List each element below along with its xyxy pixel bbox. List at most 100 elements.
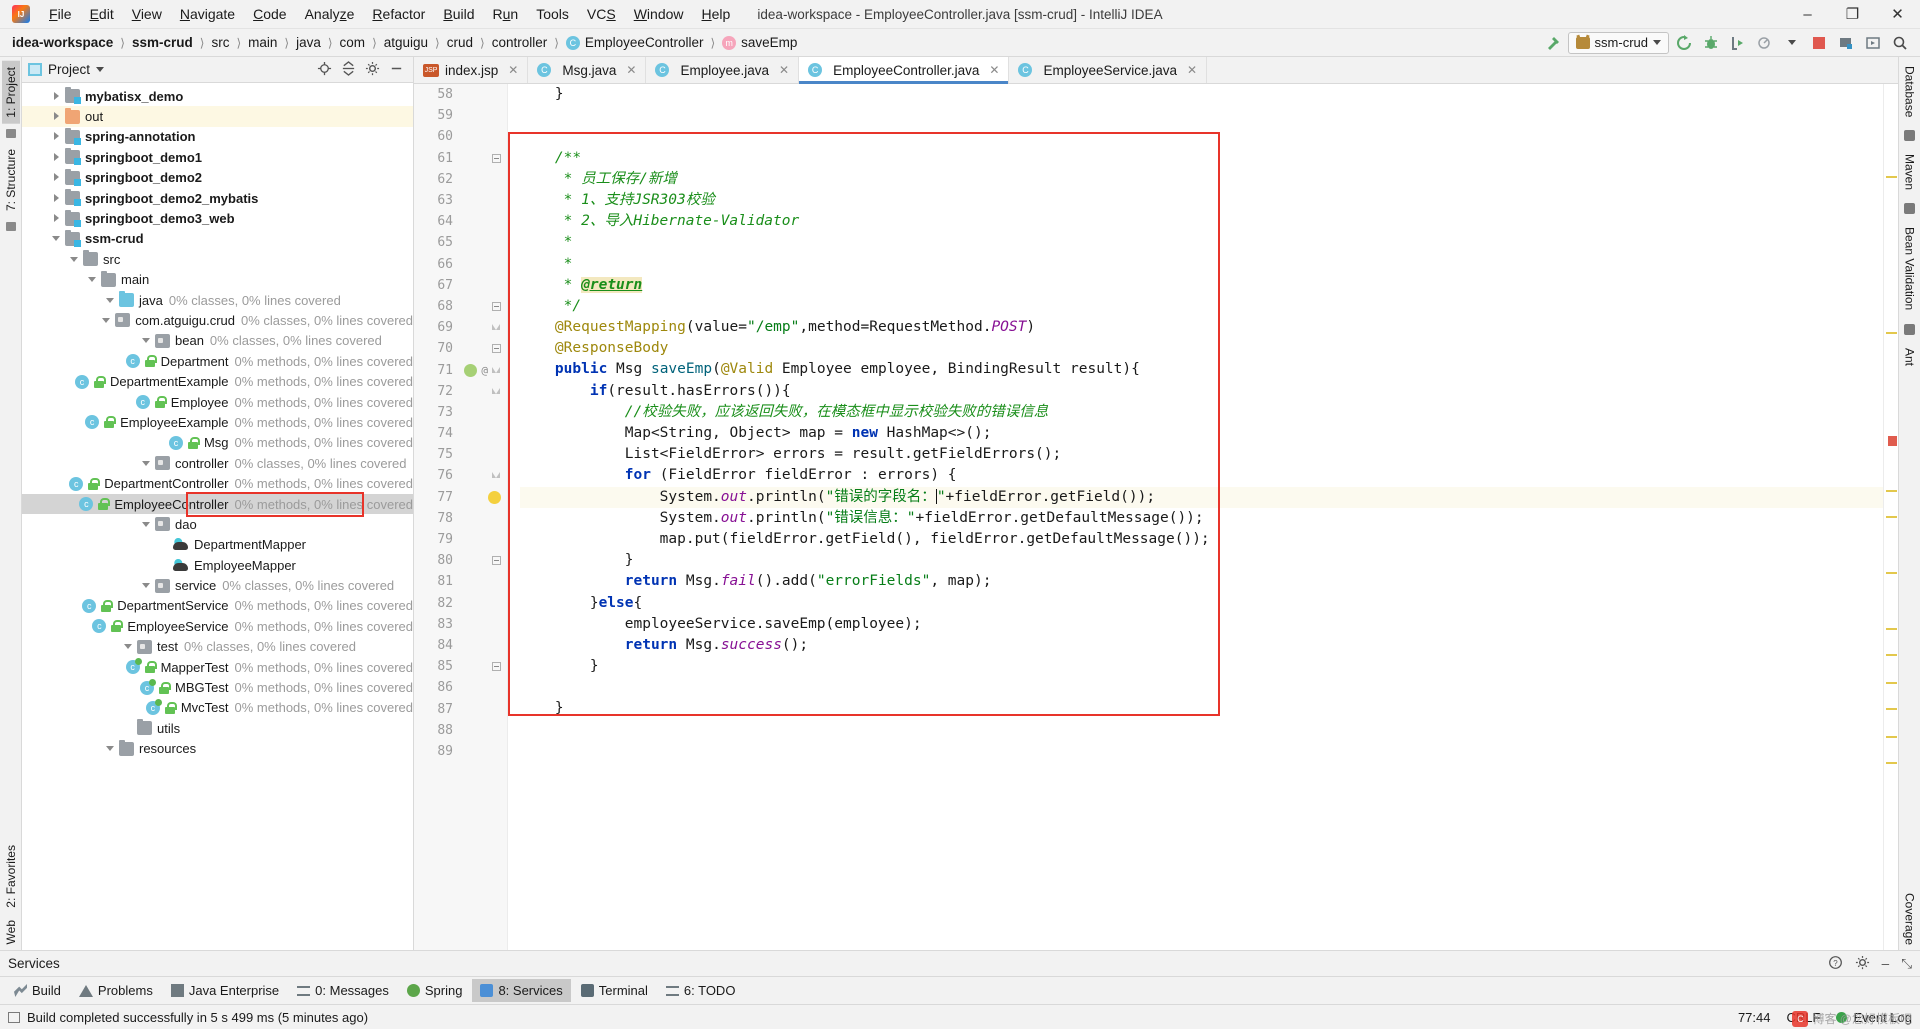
rail-tab-bean-validation[interactable]: Bean Validation — [1901, 222, 1919, 315]
code-line-71[interactable]: public Msg saveEmp(@Valid Employee emplo… — [520, 359, 1883, 380]
chevron-right-icon[interactable] — [52, 193, 63, 204]
tree-node-springboot-demo1[interactable]: springboot_demo1 — [22, 147, 413, 167]
fold-marker-icon[interactable] — [492, 344, 501, 354]
tree-node-msg[interactable]: c Msg 0% methods, 0% lines covered — [22, 433, 413, 453]
editor-gutter[interactable]: 58 59 60 61 62 63 64 65 66 67 68 69 70 71 @72 73 74 75 76 7… — [414, 84, 508, 950]
gutter-line-62[interactable]: 62 — [414, 169, 507, 190]
gutter-line-58[interactable]: 58 — [414, 84, 507, 105]
code-line-70[interactable]: @ResponseBody — [520, 338, 1883, 359]
chevron-down-icon[interactable] — [142, 458, 153, 469]
tool-window-build[interactable]: Build — [6, 979, 69, 1002]
tool-window-bar[interactable]: Build Problems Java Enterprise 0: Messages S… — [0, 976, 1920, 1004]
chevron-down-icon[interactable] — [52, 233, 63, 244]
breadcrumb-item-0[interactable]: idea-workspace — [12, 35, 113, 50]
error-stripe-mark[interactable] — [1886, 176, 1897, 178]
tree-node-out[interactable]: out — [22, 106, 413, 127]
tree-node-ssm-crud[interactable]: ssm-crud — [22, 229, 413, 249]
gutter-line-68[interactable]: 68 — [414, 296, 507, 317]
gutter-line-79[interactable]: 79 — [414, 529, 507, 550]
tree-node-mbgtest[interactable]: c MBGTest 0% methods, 0% lines covered — [22, 677, 413, 697]
code-viewport[interactable]: } /** * 员工保存/新增 * 1、支持JSR303校验 * 2、导入Hib… — [508, 84, 1883, 950]
breadcrumb-item-8[interactable]: controller — [492, 35, 548, 50]
gutter-line-74[interactable]: 74 — [414, 423, 507, 444]
code-line-65[interactable]: * — [520, 232, 1883, 253]
gutter-line-80[interactable]: 80 — [414, 550, 507, 571]
minimize-panel-button[interactable]: – — [1882, 956, 1890, 971]
tree-node-employeeservice[interactable]: c EmployeeService 0% methods, 0% lines cov… — [22, 616, 413, 636]
tree-node-service[interactable]: service 0% classes, 0% lines covered — [22, 575, 413, 595]
rail-tab-ant[interactable]: Ant — [1901, 343, 1919, 371]
code-line-68[interactable]: */ — [520, 296, 1883, 317]
menu-item-vcs[interactable]: VCS — [578, 3, 625, 25]
code-line-58[interactable]: } — [520, 84, 1883, 105]
rail-tab-coverage[interactable]: Coverage — [1901, 888, 1919, 950]
breadcrumb-item-6[interactable]: atguigu — [384, 35, 428, 50]
project-tree[interactable]: mybatisx_demo out spring-annotation springb… — [22, 83, 413, 950]
code-line-81[interactable]: return Msg.fail().add("errorFields", map… — [520, 571, 1883, 592]
editor-tab-employeeservice-java[interactable]: C EmployeeService.java ✕ — [1009, 57, 1208, 83]
breadcrumb-item-7[interactable]: crud — [447, 35, 473, 50]
caret-position[interactable]: 77:44 — [1738, 1010, 1771, 1025]
breadcrumb-item-3[interactable]: main — [248, 35, 277, 50]
collapse-all-icon[interactable] — [341, 60, 356, 79]
editor-tab-bar[interactable]: JSP index.jsp ✕ C Msg.java ✕ C Employee.java ✕ C E… — [414, 57, 1898, 84]
gutter-line-85[interactable]: 85 — [414, 656, 507, 677]
breadcrumb-item-5[interactable]: com — [340, 35, 366, 50]
code-line-86[interactable] — [520, 677, 1883, 698]
code-line-75[interactable]: List<FieldError> errors = result.getFiel… — [520, 444, 1883, 465]
tree-node-springboot-demo3-web[interactable]: springboot_demo3_web — [22, 208, 413, 228]
close-button[interactable]: ✕ — [1875, 0, 1920, 29]
gutter-line-73[interactable]: 73 — [414, 402, 507, 423]
chevron-down-icon[interactable] — [1780, 32, 1804, 54]
gutter-line-70[interactable]: 70 — [414, 338, 507, 359]
tree-node-test[interactable]: test 0% classes, 0% lines covered — [22, 637, 413, 657]
rerun-icon[interactable] — [1672, 32, 1696, 54]
gutter-line-60[interactable]: 60 — [414, 126, 507, 147]
minimize-button[interactable]: – — [1785, 0, 1830, 29]
code-line-62[interactable]: * 员工保存/新增 — [520, 169, 1883, 190]
error-stripe-mark[interactable] — [1886, 516, 1897, 518]
gutter-line-67[interactable]: 67 — [414, 275, 507, 296]
gutter-line-87[interactable]: 87 — [414, 698, 507, 719]
chevron-down-icon[interactable] — [106, 295, 117, 306]
code-line-67[interactable]: * @return — [520, 275, 1883, 296]
menu-item-build[interactable]: Build — [434, 3, 483, 25]
gutter-line-83[interactable]: 83 — [414, 614, 507, 635]
rail-tab-web[interactable]: Web — [2, 914, 20, 950]
close-tab-icon[interactable]: ✕ — [626, 63, 636, 77]
chevron-right-icon[interactable] — [52, 91, 63, 102]
code-line-72[interactable]: if(result.hasErrors()){ — [520, 381, 1883, 402]
editor-tab-employee-java[interactable]: C Employee.java ✕ — [646, 57, 800, 83]
error-stripe-mark[interactable] — [1886, 682, 1897, 684]
code-line-83[interactable]: employeeService.saveEmp(employee); — [520, 614, 1883, 635]
tree-node-spring-annotation[interactable]: spring-annotation — [22, 127, 413, 147]
rail-tab-database[interactable]: Database — [1901, 61, 1919, 122]
gutter-line-64[interactable]: 64 — [414, 211, 507, 232]
tree-node-dao[interactable]: dao — [22, 514, 413, 534]
code-line-76[interactable]: for (FieldError fieldError : errors) { — [520, 465, 1883, 486]
close-tab-icon[interactable]: ✕ — [779, 63, 789, 77]
error-stripe-mark[interactable] — [1886, 572, 1897, 574]
fold-marker-icon[interactable] — [492, 301, 501, 311]
code-line-77[interactable]: System.out.println("错误的字段名："+fieldError.… — [520, 486, 1883, 508]
close-tab-icon[interactable]: ✕ — [1187, 63, 1197, 77]
chevron-down-icon[interactable] — [102, 315, 113, 326]
code-line-79[interactable]: map.put(fieldError.getField(), fieldErro… — [520, 529, 1883, 550]
gutter-line-78[interactable]: 78 — [414, 508, 507, 529]
chevron-down-icon[interactable] — [142, 580, 153, 591]
menu-item-run[interactable]: Run — [484, 3, 528, 25]
build-hammer-icon[interactable] — [1541, 32, 1565, 54]
select-in-icon[interactable] — [1861, 32, 1885, 54]
tree-node-mybatisx-demo[interactable]: mybatisx_demo — [22, 86, 413, 106]
error-stripe-mark[interactable] — [1886, 332, 1897, 334]
locate-icon[interactable] — [317, 61, 332, 79]
breadcrumb-item-2[interactable]: src — [211, 35, 229, 50]
tree-node-springboot-demo2[interactable]: springboot_demo2 — [22, 168, 413, 188]
tree-node-mvctest[interactable]: c MvcTest 0% methods, 0% lines covered — [22, 698, 413, 718]
chevron-down-icon[interactable] — [96, 67, 105, 72]
code-line-59[interactable] — [520, 105, 1883, 126]
help-icon[interactable]: ? — [1828, 955, 1843, 973]
debug-icon[interactable] — [1699, 32, 1723, 54]
gutter-line-82[interactable]: 82 — [414, 593, 507, 614]
gutter-line-81[interactable]: 81 — [414, 571, 507, 592]
